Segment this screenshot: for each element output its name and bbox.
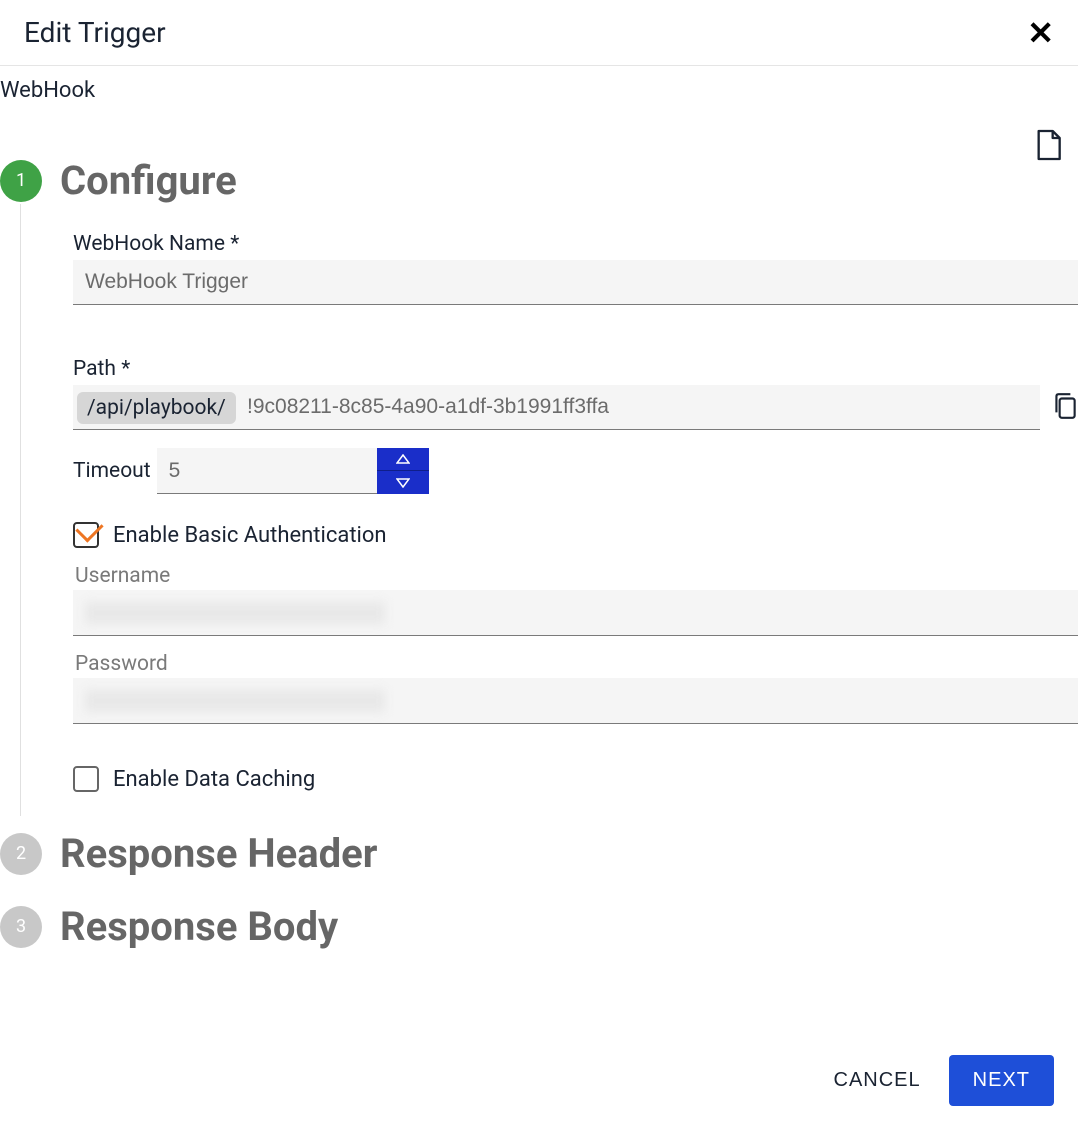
username-input[interactable] bbox=[73, 590, 1078, 636]
username-label: Username bbox=[75, 564, 1078, 588]
enable-cache-checkbox[interactable] bbox=[73, 766, 99, 792]
webhook-name-field: WebHook Name * bbox=[73, 232, 1078, 305]
step-2-badge: 2 bbox=[0, 833, 42, 875]
copy-icon[interactable] bbox=[1052, 391, 1078, 425]
webhook-name-label: WebHook Name * bbox=[73, 232, 1078, 256]
step-configure-header: 1 Configure bbox=[0, 157, 1078, 204]
timeout-stepper bbox=[377, 448, 429, 494]
enable-auth-row: Enable Basic Authentication bbox=[73, 522, 1078, 548]
password-input[interactable] bbox=[73, 678, 1078, 724]
timeout-field: Timeout bbox=[73, 448, 1078, 494]
enable-auth-label: Enable Basic Authentication bbox=[113, 523, 387, 548]
step-3-badge: 3 bbox=[0, 906, 42, 948]
next-button[interactable]: NEXT bbox=[949, 1055, 1054, 1106]
step-3-title: Response Body bbox=[60, 903, 338, 950]
dialog-subtitle: WebHook bbox=[0, 66, 1078, 103]
timeout-step-up[interactable] bbox=[377, 448, 429, 471]
configure-form: WebHook Name * Path * /api/playbook/ Tim bbox=[20, 204, 1078, 816]
dialog-title: Edit Trigger bbox=[24, 16, 166, 49]
step-response-body[interactable]: 3 Response Body bbox=[0, 903, 1078, 950]
step-1-title: Configure bbox=[60, 157, 237, 204]
webhook-name-input[interactable] bbox=[73, 260, 1078, 305]
dialog-footer: CANCEL NEXT bbox=[826, 1055, 1054, 1106]
close-icon[interactable]: ✕ bbox=[1027, 17, 1054, 49]
dialog-header: Edit Trigger ✕ bbox=[0, 0, 1078, 66]
document-icon[interactable] bbox=[1034, 128, 1062, 166]
enable-auth-checkbox[interactable] bbox=[73, 522, 99, 548]
path-field: Path * /api/playbook/ bbox=[73, 357, 1078, 430]
step-2-title: Response Header bbox=[60, 830, 377, 877]
path-prefix-badge: /api/playbook/ bbox=[77, 392, 236, 424]
enable-cache-label: Enable Data Caching bbox=[113, 767, 315, 792]
step-1-badge: 1 bbox=[0, 160, 42, 202]
timeout-label: Timeout bbox=[73, 459, 151, 483]
password-label: Password bbox=[75, 652, 1078, 676]
enable-cache-row: Enable Data Caching bbox=[73, 766, 1078, 792]
timeout-input[interactable] bbox=[157, 448, 377, 494]
timeout-step-down[interactable] bbox=[377, 471, 429, 494]
cancel-button[interactable]: CANCEL bbox=[826, 1057, 929, 1104]
step-response-header[interactable]: 2 Response Header bbox=[0, 830, 1078, 877]
path-label: Path * bbox=[73, 357, 1078, 381]
